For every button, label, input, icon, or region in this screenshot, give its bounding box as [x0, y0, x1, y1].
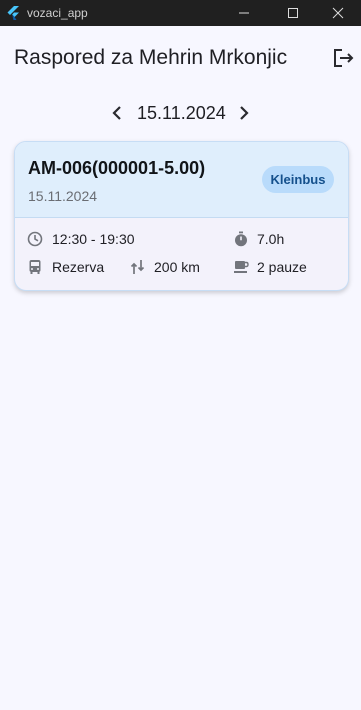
coffee-icon — [234, 261, 249, 273]
flutter-logo-icon — [7, 6, 19, 20]
duration: 7.0h — [257, 231, 285, 247]
close-icon — [332, 7, 344, 19]
schedule-card[interactable]: AM-006(000001-5.00) 15.11.2024 Kleinbus … — [14, 141, 349, 291]
window-title: vozaci_app — [27, 6, 88, 20]
logout-icon — [334, 49, 354, 67]
card-header: AM-006(000001-5.00) 15.11.2024 Kleinbus — [15, 142, 348, 218]
bus-icon — [29, 260, 41, 274]
distance: 200 km — [154, 259, 200, 275]
window-titlebar: vozaci_app — [0, 0, 361, 26]
chevron-right-icon — [240, 106, 249, 120]
minimize-icon — [239, 12, 249, 14]
route-icon — [130, 260, 145, 274]
logout-button[interactable] — [331, 46, 355, 70]
route-code: AM-006(000001-5.00) — [28, 158, 206, 178]
time-range: 12:30 - 19:30 — [52, 231, 135, 247]
timer-icon — [235, 231, 247, 247]
vehicle-type-badge: Kleinbus — [262, 166, 334, 193]
maximize-button[interactable] — [270, 0, 316, 26]
previous-day-button[interactable] — [107, 103, 127, 123]
chevron-left-icon — [112, 106, 121, 120]
maximize-icon — [288, 8, 298, 18]
selected-date[interactable]: 15.11.2024 — [137, 103, 226, 124]
route-date: 15.11.2024 — [28, 188, 98, 204]
next-day-button[interactable] — [234, 103, 254, 123]
clock-icon — [27, 231, 43, 247]
close-button[interactable] — [315, 0, 361, 26]
minimize-button[interactable] — [221, 0, 267, 26]
page-title: Raspored za Mehrin Mrkonjic — [14, 46, 288, 69]
break-count: 2 pauze — [257, 259, 307, 275]
driver-role: Rezerva — [52, 259, 105, 275]
